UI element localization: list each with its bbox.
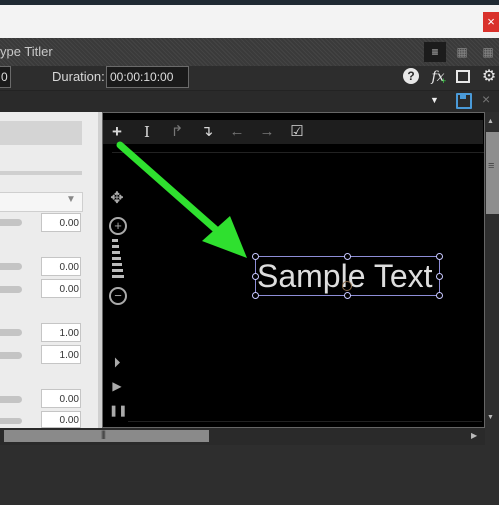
safe-area-line [128, 421, 482, 422]
scroll-right-icon[interactable]: ▶ [471, 431, 477, 440]
zoom-out-icon[interactable]: − [109, 287, 127, 305]
property-slider[interactable] [0, 396, 22, 403]
zoom-level-bar [112, 269, 123, 272]
preset-bar[interactable] [0, 90, 499, 113]
media-icon[interactable] [456, 70, 470, 83]
arrow-right-icon[interactable]: → [259, 124, 275, 140]
list-view-icon[interactable]: ≡ [424, 42, 446, 62]
window-title: ype Titler [0, 44, 53, 59]
resize-handle[interactable] [252, 273, 259, 280]
horizontal-scroll-thumb[interactable] [4, 430, 209, 442]
property-slider[interactable] [0, 263, 22, 270]
properties-divider [0, 171, 82, 175]
empty-bottom-area [0, 445, 499, 505]
play-icon[interactable]: ▶ [109, 379, 125, 393]
resize-handle[interactable] [436, 292, 443, 299]
properties-header [0, 121, 82, 145]
window-top-strip [0, 5, 499, 38]
property-slider[interactable] [0, 418, 22, 424]
duration-field[interactable]: 00:00:10:00 [106, 66, 189, 88]
property-slider[interactable] [0, 286, 22, 293]
vertical-scroll-thumb[interactable] [486, 132, 499, 214]
resize-handle[interactable] [436, 273, 443, 280]
property-value-field[interactable]: 0.00 [41, 411, 81, 428]
gear-icon[interactable]: ⚙ [480, 68, 498, 86]
property-value-field[interactable]: 0.00 [41, 279, 81, 298]
property-value-field[interactable]: 0.00 [41, 213, 81, 232]
preset-dropdown-icon[interactable]: ▼ [430, 95, 439, 105]
resize-handle[interactable] [252, 292, 259, 299]
step-forward-icon[interactable]: ⏵ [109, 354, 125, 371]
duration-label: Duration: [52, 69, 105, 84]
property-value-field[interactable]: 0.00 [41, 389, 81, 408]
resize-handle[interactable] [344, 292, 351, 299]
annotation-arrow [116, 141, 247, 258]
checkbox-icon[interactable]: ☑ [289, 124, 305, 140]
property-value-field[interactable]: 0.00 [41, 257, 81, 276]
chevron-down-icon: ▼ [66, 194, 76, 205]
tile-view-icon[interactable]: ▦ [477, 42, 499, 62]
pause-icon[interactable]: ❚❚ [109, 404, 127, 417]
add-effect-plus-icon: + [441, 76, 447, 86]
property-slider[interactable] [0, 329, 22, 336]
close-window-button[interactable]: × [483, 12, 499, 32]
start-time-field[interactable]: 0 [0, 66, 11, 88]
resize-handle[interactable] [436, 253, 443, 260]
delete-preset-icon[interactable]: × [482, 91, 490, 107]
resize-handle[interactable] [344, 253, 351, 260]
property-value-field[interactable]: 1.00 [41, 323, 81, 342]
rotation-handle[interactable] [342, 281, 352, 291]
scroll-down-icon[interactable]: ▼ [487, 414, 494, 421]
scroll-up-icon[interactable]: ▲ [487, 118, 494, 125]
save-preset-icon[interactable] [456, 93, 472, 109]
grip-icon: ≡ [488, 160, 495, 172]
grid-view-icon[interactable]: ▦ [451, 42, 473, 62]
scroll-corner [485, 428, 499, 445]
property-value-field[interactable]: 1.00 [41, 345, 81, 364]
property-slider[interactable] [0, 352, 22, 359]
zoom-level-bar [112, 275, 124, 278]
help-icon[interactable]: ? [403, 68, 419, 84]
grip-icon: ||| [101, 429, 106, 439]
property-slider[interactable] [0, 219, 22, 226]
